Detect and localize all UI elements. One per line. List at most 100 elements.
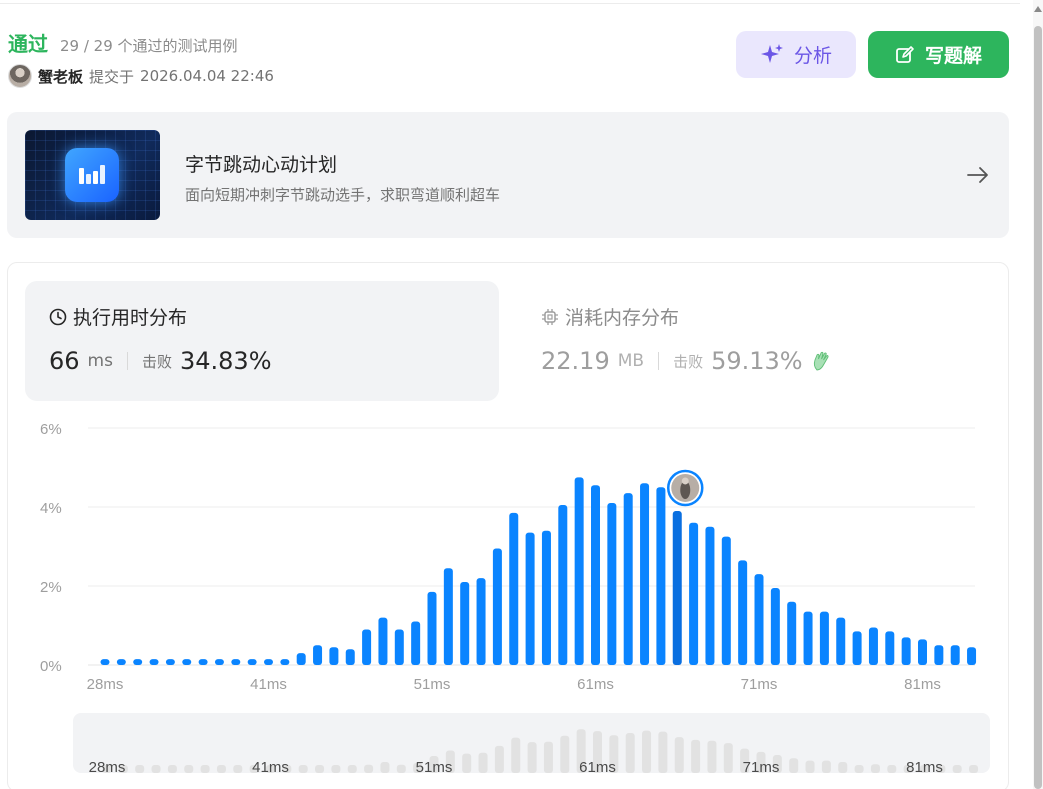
memory-stat-panel[interactable]: 消耗内存分布 22.19 MB 击败 59.13%	[517, 281, 991, 401]
memory-unit: MB	[617, 351, 645, 371]
write-solution-button[interactable]: 写题解	[868, 31, 1009, 78]
mini-bar	[707, 740, 717, 773]
arrow-right-icon[interactable]	[965, 162, 991, 188]
histogram-bar[interactable]	[198, 659, 208, 665]
scroll-up-icon[interactable]	[1034, 6, 1042, 12]
histogram-bar[interactable]	[967, 647, 977, 665]
avatar[interactable]	[8, 64, 32, 88]
histogram-bar[interactable]	[868, 627, 878, 665]
histogram-bar[interactable]	[280, 659, 290, 665]
mini-bar	[838, 761, 848, 773]
histogram-bar[interactable]	[672, 510, 682, 665]
histogram-bar[interactable]	[885, 631, 895, 665]
scrollbar-thumb[interactable]	[1034, 26, 1042, 789]
histogram-bar[interactable]	[182, 659, 192, 665]
mini-bar	[543, 741, 553, 773]
x-tick-label: 51ms	[414, 676, 451, 693]
histogram-bar[interactable]	[247, 659, 257, 665]
histogram-bar[interactable]	[721, 536, 731, 665]
histogram-bar[interactable]	[738, 560, 748, 665]
histogram-bar[interactable]	[574, 477, 584, 665]
scrollbar[interactable]	[1033, 0, 1043, 789]
histogram-bar[interactable]	[705, 526, 715, 665]
testcases-passed: 29 / 29 个通过的测试用例	[60, 37, 238, 55]
histogram-bar[interactable]	[345, 649, 355, 665]
histogram-bar[interactable]	[100, 659, 110, 665]
mini-bar	[200, 765, 210, 773]
histogram-bar[interactable]	[362, 629, 372, 665]
histogram-bar[interactable]	[165, 659, 175, 665]
runtime-beats-value: 34.83%	[179, 347, 272, 375]
runtime-unit: ms	[87, 351, 113, 371]
histogram-bar[interactable]	[264, 659, 273, 665]
histogram-bar[interactable]	[950, 645, 960, 665]
analyze-label: 分析	[793, 46, 832, 67]
histogram-bar[interactable]	[214, 659, 224, 665]
histogram-bar[interactable]	[852, 631, 862, 665]
histogram-bar[interactable]	[492, 548, 502, 665]
histogram-bar[interactable]	[819, 611, 829, 665]
x-tick-label: 71ms	[741, 676, 778, 693]
histogram-bar[interactable]	[411, 621, 421, 665]
histogram-bar[interactable]	[770, 587, 780, 665]
submitted-prefix: 提交于	[89, 67, 135, 86]
mini-bar	[298, 765, 308, 773]
mini-bar	[560, 735, 570, 773]
mini-bar	[167, 765, 177, 773]
mini-bar	[135, 765, 145, 773]
histogram-bar[interactable]	[836, 617, 846, 665]
promo-thumbnail	[25, 130, 160, 220]
histogram-bar[interactable]	[607, 503, 617, 665]
promo-banner[interactable]: 字节跳动心动计划 面向短期冲刺字节跳动选手，求职弯道顺利超车	[7, 112, 1009, 238]
analyze-button[interactable]: 分析	[736, 31, 856, 78]
y-tick-label: 0%	[40, 658, 62, 675]
histogram-bar[interactable]	[116, 659, 126, 665]
mini-bar	[151, 765, 161, 773]
histogram-bar[interactable]	[803, 611, 813, 665]
histogram-bar[interactable]	[525, 532, 535, 665]
histogram-bar[interactable]	[640, 483, 650, 665]
chip-icon	[542, 308, 558, 325]
histogram-bar[interactable]	[689, 522, 699, 665]
histogram-bar[interactable]	[541, 530, 551, 665]
histogram-bar[interactable]	[591, 485, 600, 665]
runtime-title: 执行用时分布	[49, 303, 187, 330]
histogram-bar[interactable]	[378, 617, 388, 665]
mini-bar	[527, 742, 537, 773]
range-selector-chart[interactable]: 28ms 41ms 51ms 61ms 71ms 81ms	[73, 713, 990, 773]
mini-x-tick-label: 71ms	[743, 759, 780, 773]
x-tick-label: 28ms	[87, 676, 124, 693]
mini-bar	[315, 765, 325, 773]
histogram-bar[interactable]	[149, 659, 159, 665]
histogram-bar[interactable]	[656, 487, 666, 665]
histogram-bar[interactable]	[509, 512, 519, 665]
histogram-bar[interactable]	[901, 637, 911, 665]
runtime-distribution-chart[interactable]: 6% 4% 2% 0% 28ms 41ms 51ms 61ms 71ms 81ms	[0, 410, 1020, 710]
divider	[126, 352, 128, 370]
histogram-bar[interactable]	[623, 493, 633, 665]
histogram-bar[interactable]	[313, 645, 323, 665]
histogram-bar[interactable]	[787, 601, 797, 665]
mini-bar	[625, 732, 635, 773]
mini-bar	[184, 765, 194, 773]
histogram-bar[interactable]	[329, 647, 339, 665]
histogram-bar[interactable]	[476, 578, 486, 665]
mini-bar	[887, 765, 897, 773]
submission-status: 通过 29 / 29 个通过的测试用例	[8, 28, 238, 57]
write-solution-label: 写题解	[924, 46, 982, 67]
user-position-marker[interactable]	[667, 469, 704, 507]
author-name[interactable]: 蟹老板	[38, 66, 83, 87]
histogram-bar[interactable]	[394, 629, 404, 665]
histogram-bar[interactable]	[296, 653, 306, 665]
histogram-bar[interactable]	[231, 659, 241, 665]
histogram-bar[interactable]	[133, 659, 143, 665]
x-tick-label: 61ms	[577, 676, 614, 693]
histogram-bar[interactable]	[558, 505, 568, 665]
runtime-stat-panel[interactable]: 执行用时分布 66 ms 击败 34.83%	[25, 281, 499, 401]
histogram-bar[interactable]	[754, 574, 764, 665]
histogram-bar[interactable]	[934, 645, 944, 665]
histogram-bar[interactable]	[443, 568, 453, 665]
histogram-bar[interactable]	[427, 591, 437, 665]
histogram-bar[interactable]	[918, 639, 927, 665]
histogram-bar[interactable]	[460, 582, 470, 665]
